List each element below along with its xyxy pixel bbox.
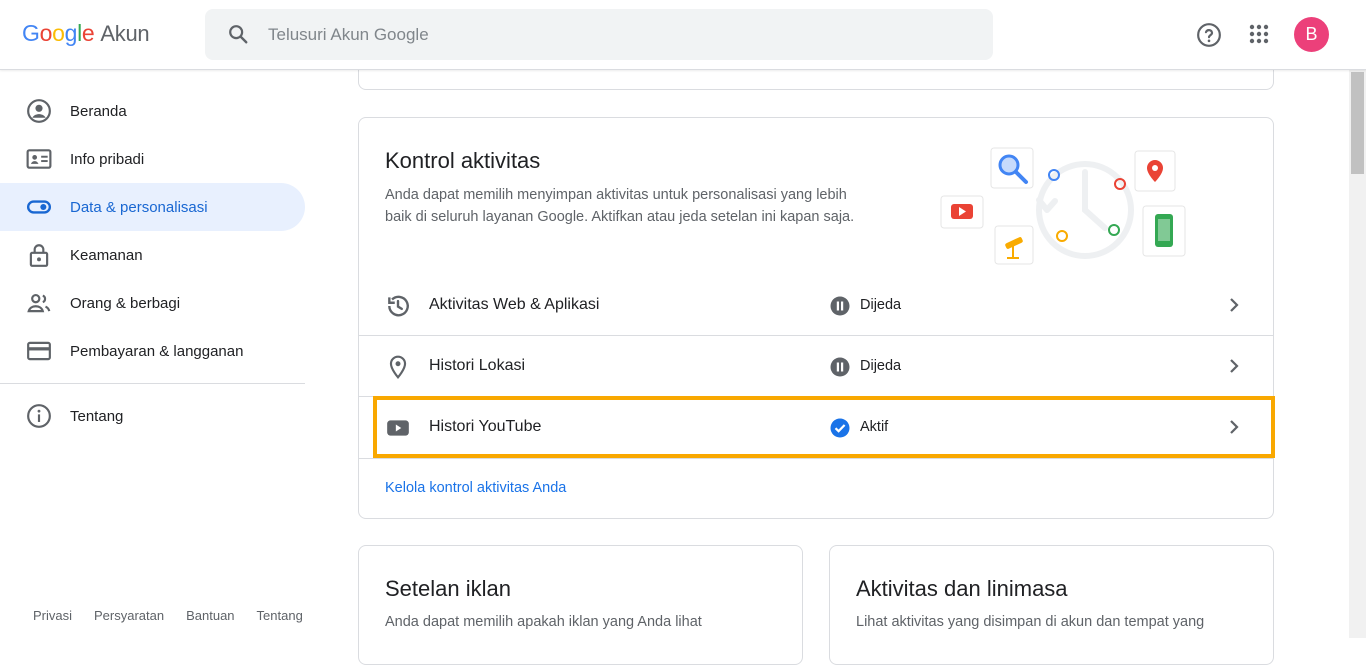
footer-link-bantuan[interactable]: Bantuan — [186, 608, 234, 623]
sidebar-divider — [0, 383, 305, 384]
row-separator — [359, 458, 1273, 459]
top-bar: GoogleAkun B — [0, 0, 1366, 70]
toggle-icon — [26, 200, 52, 214]
page-scrollbar[interactable] — [1349, 70, 1366, 638]
scrollbar-thumb[interactable] — [1351, 72, 1364, 174]
lock-icon — [29, 244, 49, 267]
location-pin-icon — [389, 355, 407, 379]
footer-links: Privasi Persyaratan Bantuan Tentang — [33, 608, 325, 623]
id-card-icon — [26, 149, 52, 169]
sidebar-item-label: Tentang — [70, 407, 124, 425]
sidebar-nav: Beranda Info pribadi Data & personalisas… — [0, 87, 305, 440]
pause-icon — [830, 357, 850, 377]
activity-row-status: Aktif — [860, 419, 889, 435]
card-description: Anda dapat memilih menyimpan aktivitas u… — [385, 187, 855, 225]
ad-settings-card[interactable]: Setelan iklan Anda dapat memilih apakah … — [358, 545, 803, 665]
chevron-right-icon[interactable] — [1224, 417, 1244, 437]
activity-row-label: Histori YouTube — [429, 418, 542, 435]
sidebar-item-tentang[interactable]: Tentang — [0, 392, 305, 440]
activity-row-web-app[interactable]: Aktivitas Web & Aplikasi Dijeda — [359, 275, 1273, 336]
pause-icon — [830, 296, 850, 316]
activity-row-status: Dijeda — [860, 297, 902, 313]
info-icon — [27, 404, 51, 428]
footer-link-tentang[interactable]: Tentang — [257, 608, 303, 623]
footer-link-persyaratan[interactable]: Persyaratan — [94, 608, 164, 623]
avatar[interactable]: B — [1294, 17, 1329, 52]
activity-row-label: Aktivitas Web & Aplikasi — [429, 296, 600, 313]
sidebar-item-keamanan[interactable]: Keamanan — [0, 231, 305, 279]
card-description: Lihat aktivitas yang disimpan di akun da… — [856, 614, 1205, 630]
sidebar-item-data-personalisasi[interactable]: Data & personalisasi — [0, 183, 305, 231]
footer-link-privasi[interactable]: Privasi — [33, 608, 72, 623]
chevron-right-icon[interactable] — [1224, 295, 1244, 315]
youtube-icon — [387, 420, 409, 436]
history-icon — [388, 295, 409, 317]
check-circle-icon — [830, 418, 850, 438]
sidebar-item-beranda[interactable]: Beranda — [0, 87, 305, 135]
help-icon[interactable] — [1196, 22, 1222, 48]
chevron-right-icon[interactable] — [1224, 356, 1244, 376]
apps-grid-icon[interactable] — [1249, 24, 1269, 44]
activity-row-youtube[interactable]: Histori YouTube Aktif — [359, 397, 1273, 458]
activity-controls-card: Kontrol aktivitas Anda dapat memilih men… — [358, 117, 1274, 519]
activity-row-location[interactable]: Histori Lokasi Dijeda — [359, 336, 1273, 397]
search-bar[interactable] — [205, 9, 993, 60]
sidebar-item-label: Keamanan — [70, 246, 143, 264]
account-circle-icon — [27, 99, 51, 123]
card-description: Anda dapat memilih apakah iklan yang And… — [385, 614, 702, 630]
search-input[interactable] — [268, 9, 968, 60]
activity-timeline-card[interactable]: Aktivitas dan linimasa Lihat aktivitas y… — [829, 545, 1274, 665]
search-icon[interactable] — [227, 23, 249, 45]
sidebar-item-label: Data & personalisasi — [70, 198, 208, 216]
card-title: Kontrol aktivitas — [385, 148, 541, 173]
sidebar-item-label: Orang & berbagi — [70, 294, 181, 312]
google-account-logo[interactable]: Google Akun — [22, 20, 150, 47]
sidebar-item-pembayaran[interactable]: Pembayaran & langganan — [0, 327, 305, 375]
card-title: Setelan iklan — [385, 576, 511, 601]
sidebar-item-label: Beranda — [70, 102, 127, 120]
sidebar-item-info-pribadi[interactable]: Info pribadi — [0, 135, 305, 183]
activity-row-label: Histori Lokasi — [429, 357, 526, 374]
sidebar-item-orang-berbagi[interactable]: Orang & berbagi — [0, 279, 305, 327]
manage-activity-controls-link[interactable]: Kelola kontrol aktivitas Anda — [385, 480, 566, 496]
activity-row-status: Dijeda — [860, 358, 902, 374]
sidebar-item-label: Pembayaran & langganan — [70, 342, 244, 360]
card-title: Aktivitas dan linimasa — [856, 576, 1068, 601]
sidebar-item-label: Info pribadi — [70, 150, 145, 168]
people-icon — [27, 294, 51, 313]
activity-illustration — [940, 147, 1186, 265]
logo-product-name: Akun — [100, 21, 150, 46]
credit-card-icon — [27, 341, 51, 361]
